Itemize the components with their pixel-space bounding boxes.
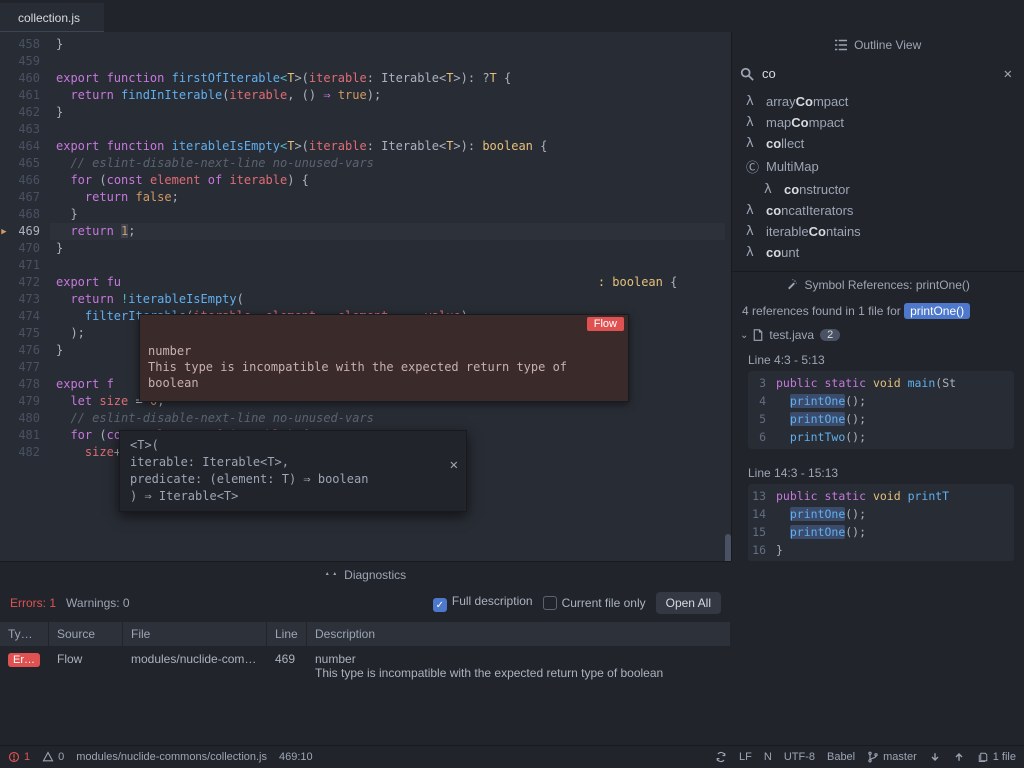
outline-list: λarrayCompactλmapCompactλcollectⒸMultiMa… xyxy=(732,89,1024,271)
status-errors[interactable]: 1 xyxy=(8,751,30,763)
status-language[interactable]: Babel xyxy=(827,751,855,763)
full-description-toggle[interactable]: Full description xyxy=(433,594,533,613)
error-icon xyxy=(8,751,20,763)
symbol-kind-icon: Ⓒ xyxy=(746,157,760,176)
status-branch[interactable]: master xyxy=(867,751,917,763)
outline-item[interactable]: ⒸMultiMap xyxy=(732,154,1024,179)
tab-bar: collection.js xyxy=(0,0,1024,32)
editor-pane[interactable]: 4584594604614624634644654664674684694704… xyxy=(0,32,731,561)
reference-file-row[interactable]: ⌄ test.java 2 xyxy=(732,324,1024,346)
search-icon xyxy=(740,67,754,81)
sync-icon xyxy=(715,751,727,763)
status-cursor[interactable]: 469:10 xyxy=(279,751,313,763)
diagnostics-row[interactable]: Er… Flow modules/nuclide-com… 469 number… xyxy=(0,646,731,686)
arrow-down-icon xyxy=(929,751,941,763)
reference-count-badge: 2 xyxy=(820,329,840,341)
symbol-kind-icon: λ xyxy=(746,245,760,260)
signature-tooltip: ✕ <T>( iterable: Iterable<T>, predicate:… xyxy=(119,430,467,512)
flow-badge: Flow xyxy=(587,317,624,331)
symbol-kind-icon: λ xyxy=(764,182,778,197)
symbol-kind-icon: λ xyxy=(746,203,760,218)
diagnostics-table: Ty… Source File Line Description Er… Flo… xyxy=(0,622,731,686)
status-sync[interactable] xyxy=(715,751,727,763)
symbol-pill: printOne() xyxy=(904,303,970,319)
symbol-references-header: Symbol References: printOne() xyxy=(732,272,1024,298)
diagnostics-title: Diagnostics xyxy=(0,562,731,588)
reference-snippet[interactable]: 13public static void printT14 printOne()… xyxy=(748,484,1014,561)
error-line-2: This type is incompatible with the expec… xyxy=(148,359,620,391)
outline-item[interactable]: λconstructor xyxy=(732,179,1024,200)
editor-scrollbar[interactable] xyxy=(725,64,731,584)
status-line-ending[interactable]: LF xyxy=(739,751,752,763)
outline-item[interactable]: λcount xyxy=(732,242,1024,263)
status-push[interactable] xyxy=(953,751,965,763)
outline-item[interactable]: λmapCompact xyxy=(732,112,1024,133)
outline-item[interactable]: λarrayCompact xyxy=(732,91,1024,112)
col-line[interactable]: Line xyxy=(267,622,307,646)
files-icon xyxy=(977,751,989,763)
wand-icon xyxy=(786,279,797,290)
symbol-kind-icon: λ xyxy=(746,115,760,130)
close-icon[interactable]: ✕ xyxy=(450,457,458,474)
symbol-kind-icon: λ xyxy=(746,94,760,109)
reference-range[interactable]: Line 4:3 - 5:13 xyxy=(748,350,1024,371)
sig-line: iterable: Iterable<T>, xyxy=(130,454,456,471)
status-files[interactable]: 1 file xyxy=(977,751,1016,763)
sig-line: ) ⇒ Iterable<T> xyxy=(130,488,456,505)
checkbox-icon xyxy=(433,598,447,612)
error-badge: Er… xyxy=(8,653,40,667)
symbol-kind-icon: λ xyxy=(746,224,760,239)
outline-search-input[interactable] xyxy=(756,62,1000,85)
clear-search-icon[interactable]: ✕ xyxy=(1000,66,1016,82)
status-path[interactable]: modules/nuclide-commons/collection.js xyxy=(76,751,267,763)
col-source[interactable]: Source xyxy=(49,622,123,646)
outline-item[interactable]: λconcatIterators xyxy=(732,200,1024,221)
arrow-up-icon xyxy=(953,751,965,763)
status-fetch[interactable] xyxy=(929,751,941,763)
scale-icon xyxy=(325,569,337,581)
tab-collection-js[interactable]: collection.js xyxy=(0,3,104,32)
status-encoding[interactable]: UTF-8 xyxy=(784,751,815,763)
errors-count[interactable]: Errors: 1 xyxy=(10,596,56,610)
col-description[interactable]: Description xyxy=(307,622,731,646)
outline-item[interactable]: λcollect xyxy=(732,133,1024,154)
reference-snippet[interactable]: 3public static void main(St4 printOne();… xyxy=(748,371,1014,449)
diagnostics-panel: Diagnostics Errors: 1 Warnings: 0 Full d… xyxy=(0,561,731,745)
outline-header: Outline View xyxy=(732,32,1024,58)
symbol-kind-icon: λ xyxy=(746,136,760,151)
sig-line: predicate: (element: T) ⇒ boolean xyxy=(130,471,456,488)
warning-icon xyxy=(42,751,54,763)
reference-range[interactable]: Line 14:3 - 15:13 xyxy=(748,463,1024,484)
outline-search: ✕ xyxy=(732,58,1024,89)
warnings-count[interactable]: Warnings: 0 xyxy=(66,596,130,610)
list-icon xyxy=(835,39,847,51)
outline-item[interactable]: λiterableContains xyxy=(732,221,1024,242)
branch-icon xyxy=(867,751,879,763)
error-line-1: number xyxy=(148,343,620,359)
references-summary: 4 references found in 1 file for printOn… xyxy=(732,298,1024,324)
gutter[interactable]: 4584594604614624634644654664674684694704… xyxy=(0,32,50,461)
breakpoint-marker[interactable] xyxy=(0,223,8,240)
error-tooltip: Flow number This type is incompatible wi… xyxy=(139,314,629,402)
status-bar: 1 0 modules/nuclide-commons/collection.j… xyxy=(0,745,1024,768)
current-file-only-toggle[interactable]: Current file only xyxy=(543,596,646,610)
sig-line: <T>( xyxy=(130,437,456,454)
status-warnings[interactable]: 0 xyxy=(42,751,64,763)
file-icon xyxy=(752,329,764,341)
chevron-down-icon: ⌄ xyxy=(740,330,748,341)
col-type[interactable]: Ty… xyxy=(0,622,49,646)
col-file[interactable]: File xyxy=(123,622,267,646)
status-insert-mode[interactable]: N xyxy=(764,751,772,763)
checkbox-icon xyxy=(543,596,557,610)
open-all-button[interactable]: Open All xyxy=(656,592,721,614)
